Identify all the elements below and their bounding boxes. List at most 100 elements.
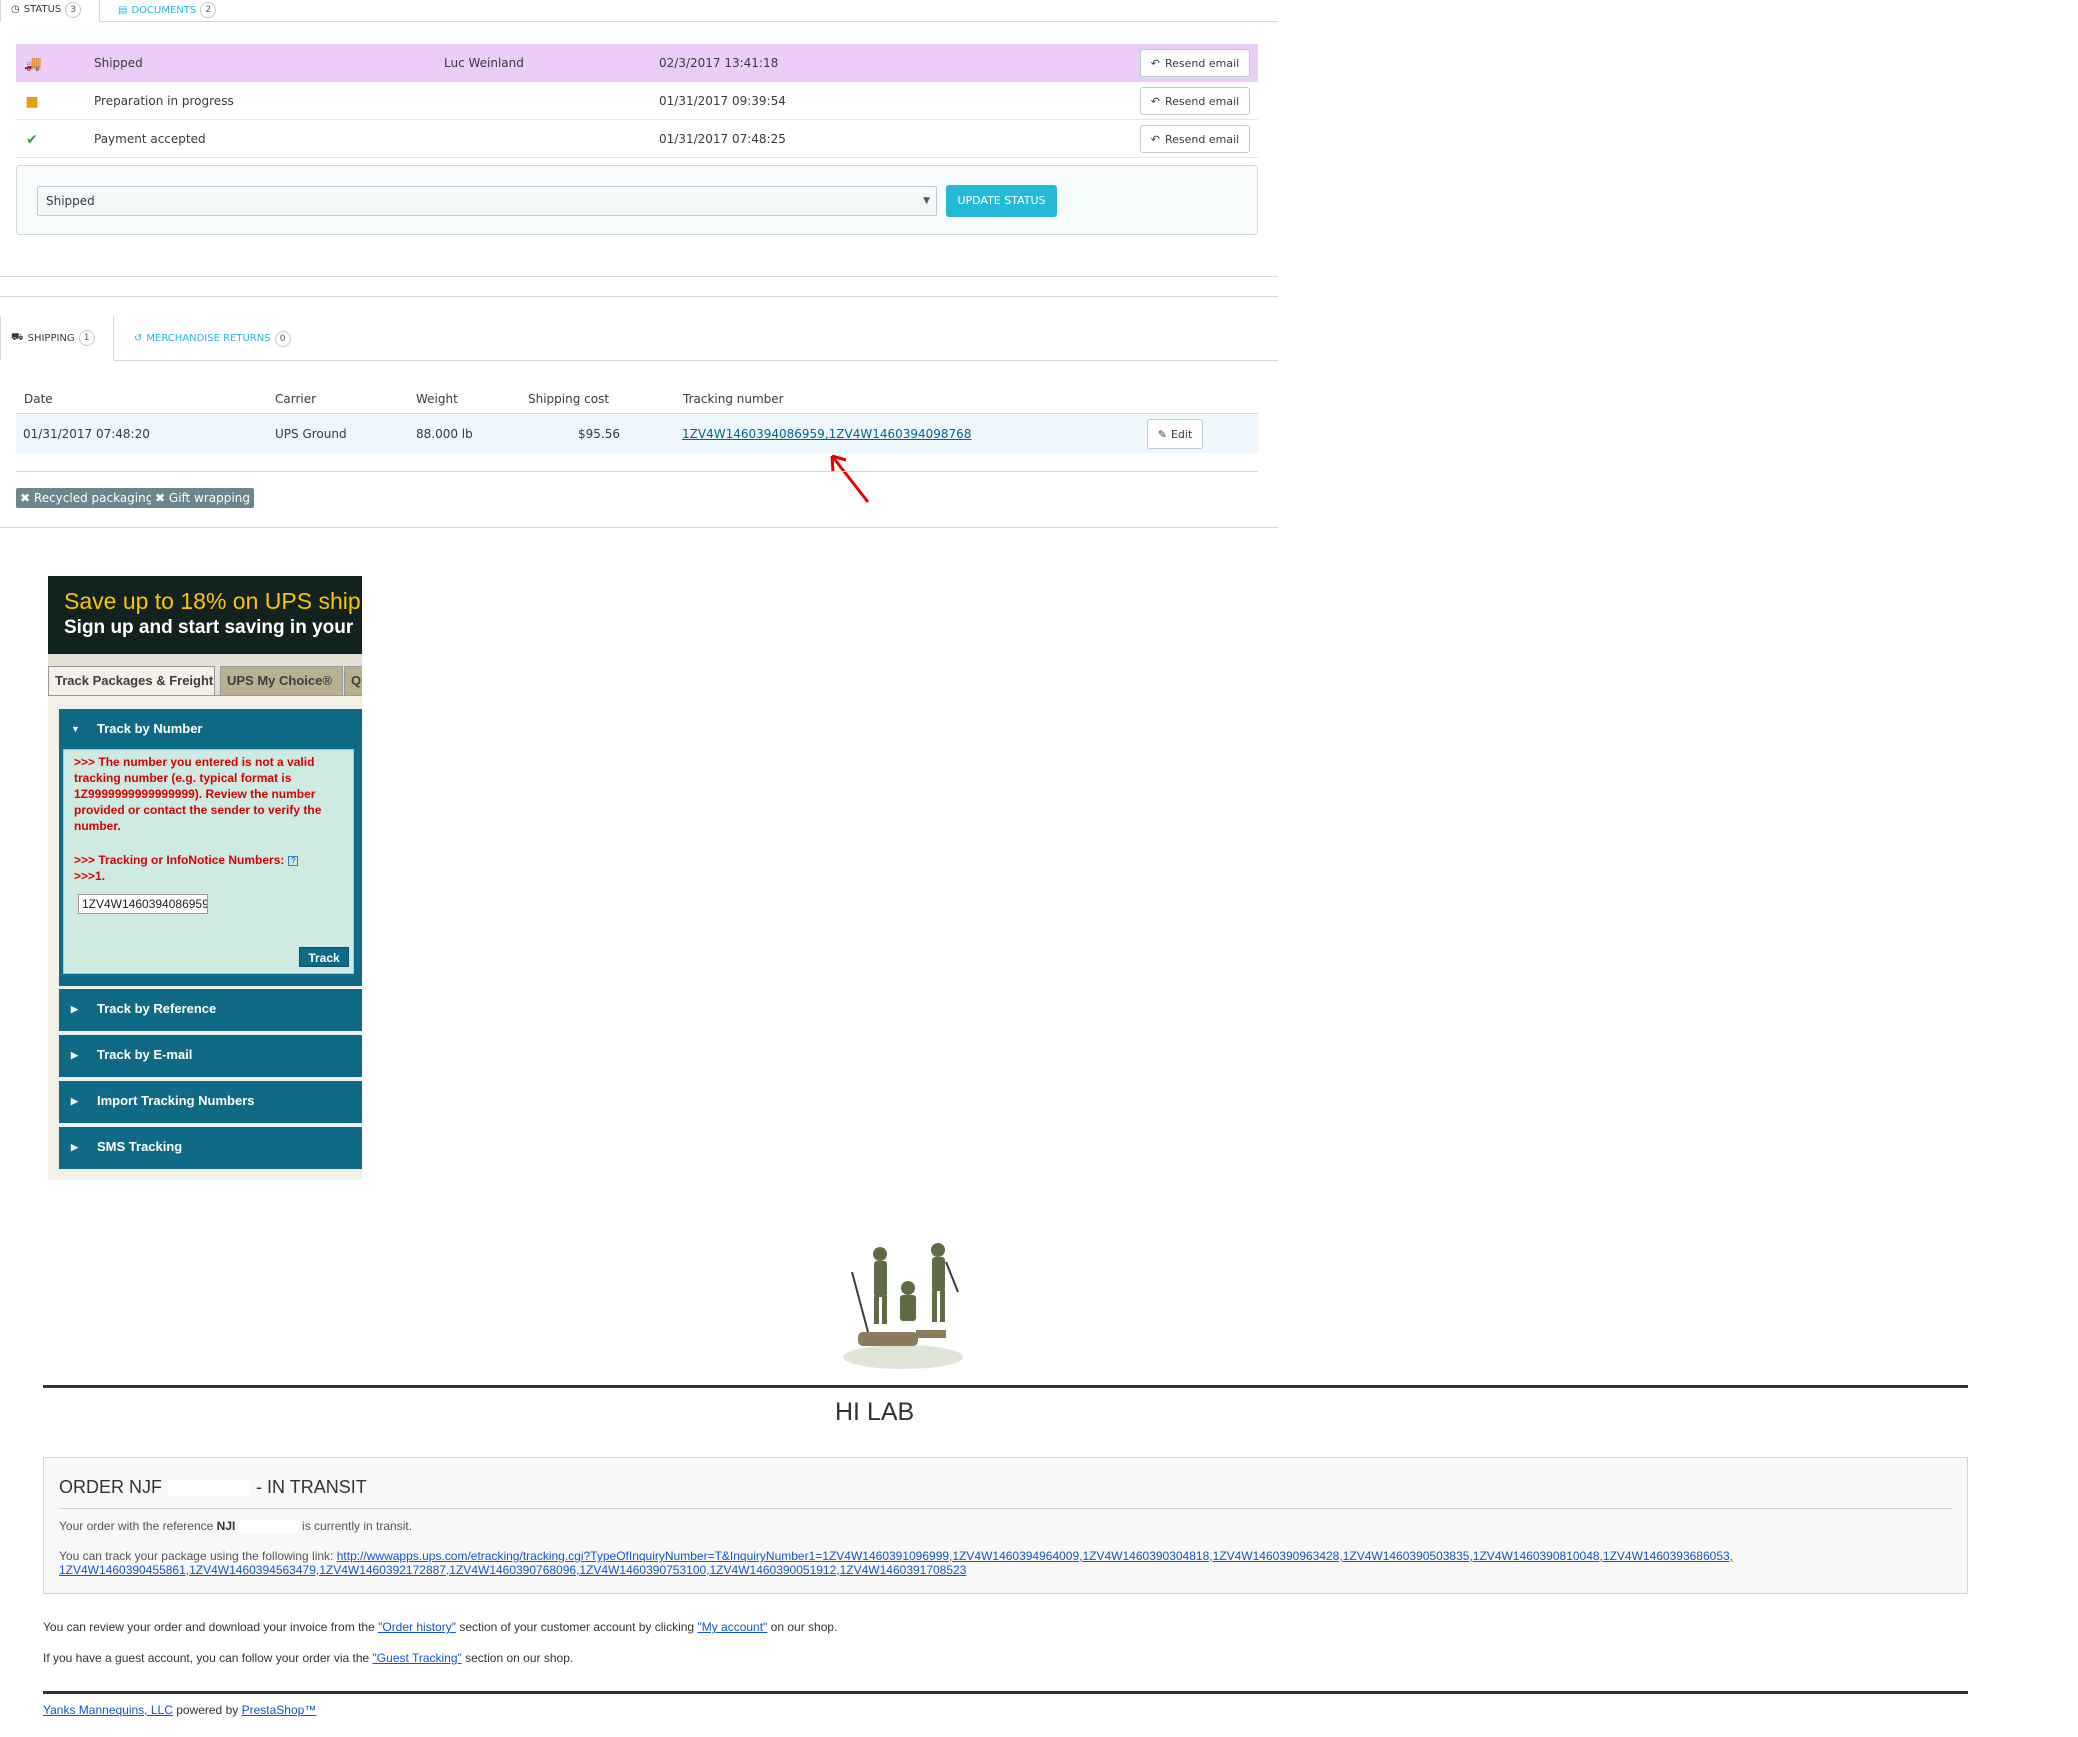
tab-ups-my-choice[interactable]: UPS My Choice®	[220, 666, 343, 696]
tracking-number-link[interactable]: 1ZV4W1460394086959,1ZV4W1460394098768	[682, 427, 971, 441]
history-status: Shipped	[94, 56, 143, 70]
tab-documents-label: Documents	[131, 4, 197, 16]
guest-tracking-link[interactable]: "Guest Tracking"	[373, 1651, 462, 1665]
order-status-select[interactable]: Shipped ▼	[37, 186, 937, 216]
track-by-number-header[interactable]: ▼ Track by Number	[59, 709, 362, 749]
divider	[0, 276, 1278, 277]
edit-label: Edit	[1170, 427, 1193, 441]
column-header: Date	[24, 392, 53, 406]
gift-wrapping-tag: ✖ Gift wrapping	[151, 488, 254, 508]
email-divider	[43, 1385, 1968, 1388]
section-title: Track by E-mail	[97, 1047, 193, 1062]
powered-by-text: powered by	[176, 1703, 239, 1717]
ups-promo-banner[interactable]: Save up to 18% on UPS shippi Sign up and…	[48, 576, 362, 654]
review-order-line: You can review your order and download y…	[43, 1620, 837, 1634]
divider	[0, 527, 1278, 528]
redaction-mask	[167, 1480, 252, 1497]
tracking-link-line: You can track your package using the fol…	[59, 1549, 1733, 1563]
order-history-link[interactable]: "Order history"	[378, 1620, 456, 1634]
resend-email-button[interactable]: ↶ Resend email	[1140, 87, 1250, 115]
column-header: Carrier	[275, 392, 317, 406]
close-icon: ✖	[155, 491, 166, 505]
tab-shipping[interactable]: ⛟ Shipping 1	[0, 316, 114, 361]
track-by-number-section: ▼ Track by Number >>> The number you ent…	[59, 709, 362, 986]
order-status-value: Shipped	[46, 194, 95, 208]
recycled-packaging-tag: ✖ Recycled packaging	[16, 488, 158, 508]
status-form: Shipped ▼ Update status	[16, 165, 1258, 235]
section-title: Track by Number	[97, 721, 203, 736]
update-status-button[interactable]: Update status	[946, 185, 1057, 217]
guest-prefix: If you have a guest account, you can fol…	[43, 1651, 370, 1665]
order-status-box: ORDER NJF - IN TRANSIT Your order with t…	[43, 1457, 1968, 1594]
help-icon[interactable]: ?	[288, 855, 299, 866]
resend-email-label: Resend email	[1165, 56, 1240, 70]
reply-icon: ↶	[1150, 94, 1160, 108]
tab-quick[interactable]: Qu	[344, 666, 362, 696]
ups-tracking-panel: Save up to 18% on UPS shippi Sign up and…	[48, 576, 362, 1180]
history-row: 🚚 Shipped Luc Weinland 02/3/2017 13:41:1…	[16, 44, 1258, 82]
order-reference-line: Your order with the reference NJI is cur…	[59, 1519, 412, 1534]
section-title: Track by Reference	[97, 1001, 217, 1016]
tab-status[interactable]: ◷ Status 3	[0, 0, 100, 22]
tab-shipping-label: Shipping	[27, 332, 75, 344]
email-footer: Yanks Mannequins, LLC powered by PrestaS…	[43, 1703, 316, 1717]
redaction-mask	[238, 1519, 299, 1534]
my-account-link[interactable]: "My account"	[697, 1620, 767, 1634]
shipping-cost: $95.56	[578, 427, 620, 441]
tab-status-count: 3	[65, 1, 82, 18]
reference-prefix: Your order with the reference	[59, 1519, 214, 1533]
track-by-email-section[interactable]: ▶ Track by E-mail	[59, 1035, 362, 1077]
reference-suffix: is currently in transit.	[302, 1519, 413, 1533]
section-title: Import Tracking Numbers	[97, 1093, 255, 1108]
history-status: Preparation in progress	[94, 94, 234, 108]
guest-suffix: section on our shop.	[465, 1651, 574, 1665]
reply-icon: ↶	[1150, 56, 1160, 70]
track-prefix: You can track your package using the fol…	[59, 1549, 334, 1563]
shop-name-link[interactable]: Yanks Mannequins, LLC	[43, 1703, 173, 1717]
truck-icon: 🚚	[24, 56, 42, 72]
column-header: Tracking number	[683, 392, 784, 406]
banner-headline: Save up to 18% on UPS shippi	[64, 588, 362, 614]
resend-email-button[interactable]: ↶ Resend email	[1140, 125, 1250, 153]
truck-icon: ⛟	[11, 331, 24, 343]
column-header: Shipping cost	[528, 392, 610, 406]
track-by-number-form: >>> The number you entered is not a vali…	[63, 749, 354, 974]
tab-shipping-count: 1	[78, 330, 95, 346]
tab-documents[interactable]: ▤ Documents 2	[108, 0, 226, 22]
review-suffix: on our shop.	[770, 1620, 838, 1634]
shipping-carrier: UPS Ground	[275, 427, 347, 441]
check-icon: ✔	[26, 132, 38, 148]
triangle-right-icon: ▶	[71, 1096, 78, 1106]
shipping-tabbar: ⛟ Shipping 1 ↺ Merchandise Returns 0	[0, 316, 1278, 361]
tab-merchandise-returns[interactable]: ↺ Merchandise Returns 0	[124, 316, 301, 361]
history-row: ■ Preparation in progress 01/31/2017 09:…	[16, 82, 1258, 120]
reply-icon: ↶	[1150, 132, 1160, 146]
import-tracking-numbers-section[interactable]: ▶ Import Tracking Numbers	[59, 1081, 362, 1123]
tab-returns-count: 0	[274, 330, 291, 347]
triangle-right-icon: ▶	[71, 1142, 78, 1152]
track-by-reference-section[interactable]: ▶ Track by Reference	[59, 989, 362, 1031]
triangle-down-icon: ▼	[71, 724, 80, 734]
tab-track-packages[interactable]: Track Packages & Freight	[48, 666, 215, 696]
tag-label: Gift wrapping	[168, 491, 250, 505]
edit-shipping-button[interactable]: ✎ Edit	[1147, 419, 1203, 449]
track-button[interactable]: Track	[299, 947, 349, 967]
history-row: ✔ Payment accepted 01/31/2017 07:48:25 ↶…	[16, 120, 1258, 158]
close-icon: ✖	[20, 491, 31, 505]
ups-tracking-url[interactable]: http://wwwapps.ups.com/etracking/trackin…	[337, 1549, 1733, 1563]
sms-tracking-section[interactable]: ▶ SMS Tracking	[59, 1127, 362, 1169]
ups-tab-content: ▼ Track by Number >>> The number you ent…	[48, 695, 362, 1180]
reference-code: NJI	[216, 1519, 236, 1533]
order-title-prefix: ORDER NJF	[59, 1477, 162, 1497]
order-box-divider	[59, 1508, 1952, 1509]
column-header: Weight	[416, 392, 458, 406]
resend-email-button[interactable]: ↶ Resend email	[1140, 49, 1250, 77]
shipping-table-row: 01/31/2017 07:48:20 UPS Ground 88.000 lb…	[16, 415, 1258, 453]
tracking-number-input[interactable]: 1ZV4W1460394086959	[78, 894, 208, 914]
resend-email-label: Resend email	[1165, 94, 1240, 108]
triangle-right-icon: ▶	[71, 1050, 78, 1060]
ups-tracking-url-cont[interactable]: 1ZV4W1460390455861,1ZV4W1460394563479,1Z…	[59, 1563, 966, 1577]
numbers-index: >>>1.	[74, 869, 106, 883]
prestashop-link[interactable]: PrestaShop™	[242, 1703, 317, 1717]
tab-status-label: Status	[23, 4, 62, 15]
